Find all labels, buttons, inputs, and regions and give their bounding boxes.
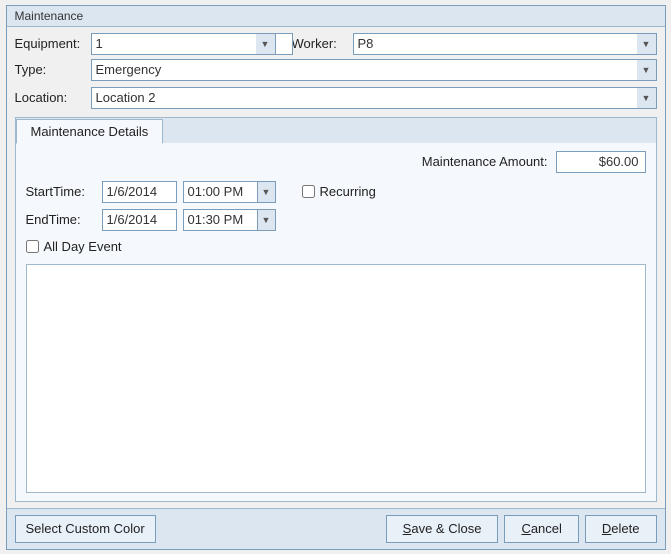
type-row: Type: ▼	[15, 59, 657, 81]
tab-maintenance-details[interactable]: Maintenance Details	[16, 119, 164, 144]
type-dropdown-arrow[interactable]: ▼	[637, 59, 657, 81]
save-close-button[interactable]: Save & Close	[386, 515, 499, 543]
location-dropdown-arrow[interactable]: ▼	[637, 87, 657, 109]
delete-button[interactable]: Delete	[585, 515, 657, 543]
recurring-label: Recurring	[320, 184, 376, 199]
dialog-body: Equipment: ▼ Worker: ▼ Type: ▼ Location:	[7, 27, 665, 508]
starttime-time-wrapper: ▼	[183, 181, 276, 203]
endtime-dropdown-arrow[interactable]: ▼	[258, 209, 276, 231]
equipment-field: ▼	[91, 33, 276, 55]
dialog-footer: Select Custom Color Save & Close Cancel …	[7, 508, 665, 549]
type-field: ▼	[91, 59, 657, 81]
equipment-worker-row: Equipment: ▼ Worker: ▼	[15, 33, 657, 55]
equipment-dropdown-arrow[interactable]: ▼	[256, 33, 276, 55]
delete-label: Delete	[602, 521, 640, 536]
tab-content: Maintenance Amount: StartTime: ▼ Recurri…	[16, 143, 656, 501]
starttime-row: StartTime: ▼ Recurring	[26, 181, 646, 203]
select-custom-color-button[interactable]: Select Custom Color	[15, 515, 156, 543]
starttime-time-input[interactable]	[183, 181, 258, 203]
worker-label: Worker:	[292, 36, 347, 51]
allday-row: All Day Event	[26, 239, 646, 254]
tab-panel: Maintenance Details Maintenance Amount: …	[15, 117, 657, 502]
cancel-label: Cancel	[521, 521, 561, 536]
maintenance-amount-label: Maintenance Amount:	[422, 154, 548, 169]
notes-area[interactable]	[26, 264, 646, 493]
endtime-date-input[interactable]	[102, 209, 177, 231]
endtime-time-input[interactable]	[183, 209, 258, 231]
allday-label: All Day Event	[44, 239, 122, 254]
equipment-label: Equipment:	[15, 36, 85, 51]
type-label: Type:	[15, 62, 85, 77]
dialog-title: Maintenance	[7, 6, 665, 27]
location-label: Location:	[15, 90, 85, 105]
maintenance-dialog: Maintenance Equipment: ▼ Worker: ▼ Type:…	[6, 5, 666, 550]
type-input[interactable]	[91, 59, 657, 81]
endtime-row: EndTime: ▼	[26, 209, 646, 231]
starttime-label: StartTime:	[26, 184, 96, 199]
recurring-group: Recurring	[302, 184, 376, 199]
worker-dropdown-arrow[interactable]: ▼	[637, 33, 657, 55]
tab-header: Maintenance Details	[16, 118, 656, 143]
endtime-time-wrapper: ▼	[183, 209, 276, 231]
maintenance-amount-input[interactable]	[556, 151, 646, 173]
maintenance-amount-row: Maintenance Amount:	[26, 151, 646, 173]
starttime-date-input[interactable]	[102, 181, 177, 203]
location-field: ▼	[91, 87, 657, 109]
worker-input[interactable]	[353, 33, 657, 55]
endtime-label: EndTime:	[26, 212, 96, 227]
allday-checkbox[interactable]	[26, 240, 39, 253]
location-row: Location: ▼	[15, 87, 657, 109]
worker-field: ▼	[353, 33, 657, 55]
cancel-button[interactable]: Cancel	[504, 515, 578, 543]
starttime-dropdown-arrow[interactable]: ▼	[258, 181, 276, 203]
save-close-label: Save & Close	[403, 521, 482, 536]
location-input[interactable]	[91, 87, 657, 109]
recurring-checkbox[interactable]	[302, 185, 315, 198]
